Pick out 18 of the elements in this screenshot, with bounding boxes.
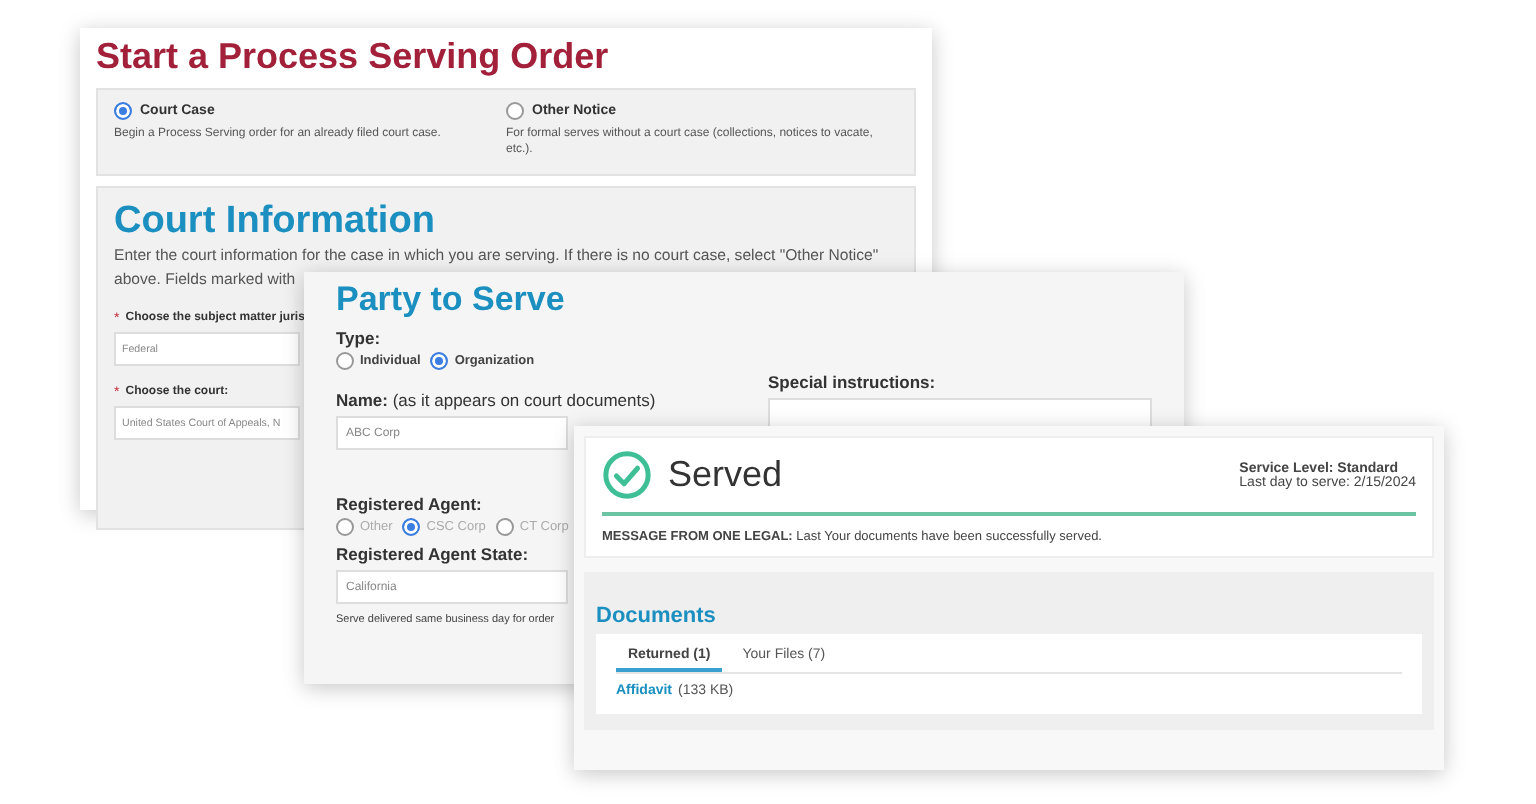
section-heading: Court Information bbox=[114, 200, 437, 244]
field-label: Special instructions: bbox=[768, 372, 938, 392]
radio-button[interactable] bbox=[506, 102, 524, 120]
field-label: Type: bbox=[336, 328, 383, 348]
field-label: Registered Agent State: bbox=[336, 544, 531, 564]
check-circle-icon bbox=[602, 450, 652, 500]
radio-button[interactable] bbox=[430, 352, 449, 370]
field-label: Name: (as it appears on court documents) bbox=[336, 390, 658, 410]
radio-button[interactable] bbox=[336, 352, 354, 370]
status-title: Served bbox=[668, 454, 783, 496]
radio-button[interactable] bbox=[495, 518, 514, 536]
field-label: Registered Agent: bbox=[336, 494, 484, 514]
section-heading: Party to Serve bbox=[336, 280, 567, 320]
radio-button[interactable] bbox=[402, 518, 421, 536]
section-heading: Documents bbox=[596, 604, 718, 628]
form-title: Start a Process Serving Order bbox=[96, 36, 611, 78]
radio-button[interactable] bbox=[336, 518, 354, 536]
radio-button[interactable] bbox=[114, 102, 132, 120]
